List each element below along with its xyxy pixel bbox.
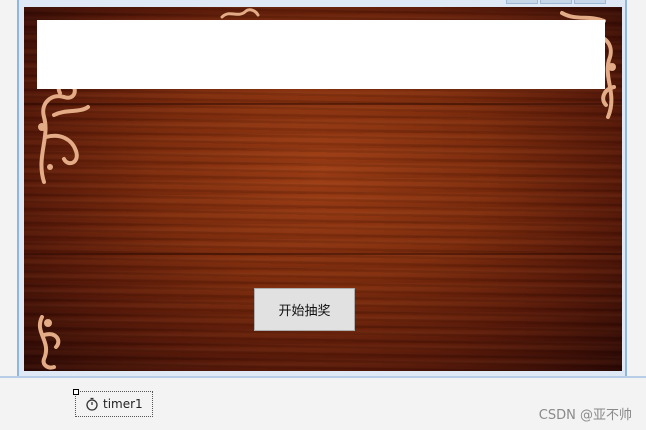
maximize-button[interactable] (540, 0, 572, 4)
stopwatch-icon (86, 397, 98, 411)
timer-component[interactable]: timer1 (73, 389, 153, 417)
start-draw-button[interactable]: 开始抽奖 (254, 288, 355, 331)
form-client-area[interactable]: 开始抽奖 (24, 7, 622, 371)
corner-ornament-icon (38, 315, 61, 370)
watermark: CSDN @亚不帅 (538, 408, 632, 423)
titlebar-buttons (506, 0, 606, 4)
flourish-icon (220, 8, 260, 19)
close-button[interactable] (574, 0, 606, 4)
designer-surface: 开始抽奖 (0, 0, 646, 376)
result-display-panel (37, 20, 605, 89)
wood-plank-seam (24, 253, 622, 255)
selection-handle[interactable] (73, 389, 79, 395)
timer-label: timer1 (103, 397, 143, 411)
minimize-button[interactable] (506, 0, 538, 4)
wood-plank-seam (24, 103, 622, 105)
component-tray: timer1 CSDN @亚不帅 (0, 378, 646, 430)
